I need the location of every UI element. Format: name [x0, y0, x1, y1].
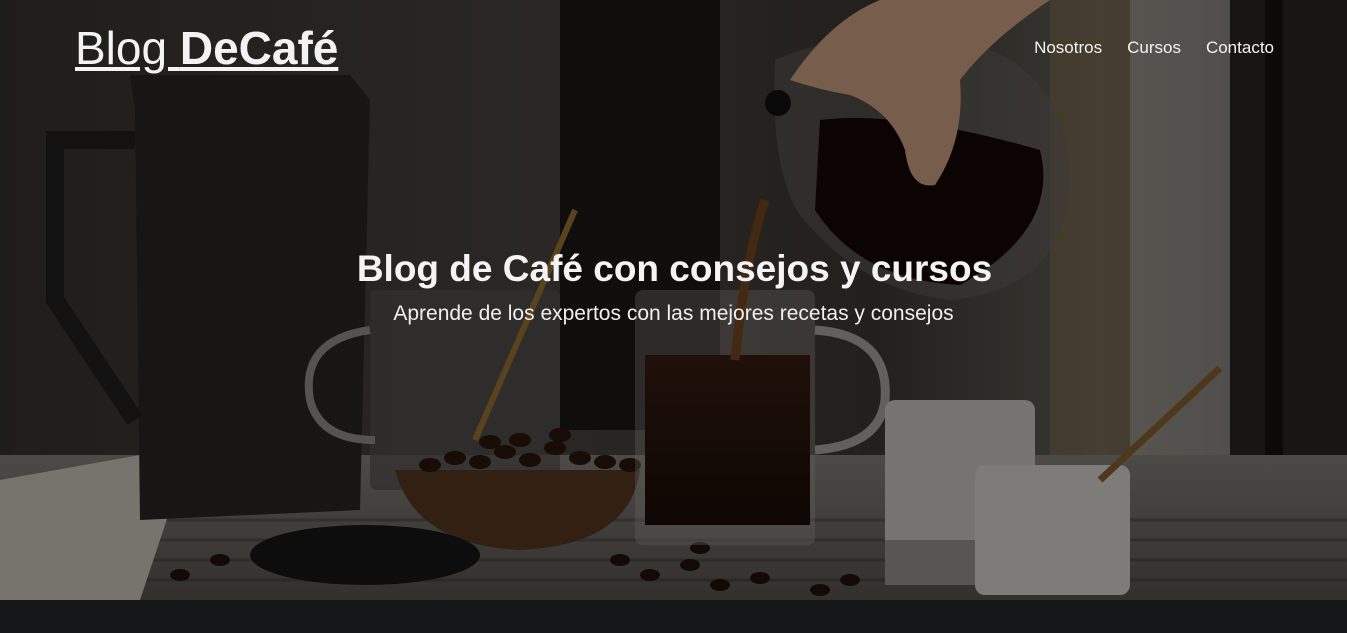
site-logo[interactable]: Blog DeCafé [75, 22, 338, 74]
site-header: Blog DeCafé Nosotros Cursos Contacto [0, 0, 1347, 96]
hero-subtitle: Aprende de los expertos con las mejores … [393, 302, 954, 325]
nav-link-cursos[interactable]: Cursos [1127, 37, 1181, 59]
logo-regular-text: Blog [75, 22, 180, 74]
logo-bold-text: DeCafé [179, 22, 339, 74]
nav-link-nosotros[interactable]: Nosotros [1034, 37, 1102, 59]
page-bottom-band [0, 600, 1347, 633]
hero-text-block: Blog de Café con consejos y cursos Apren… [0, 246, 1347, 328]
hero-title: Blog de Café con consejos y cursos [356, 248, 993, 289]
main-navigation: Nosotros Cursos Contacto [1034, 37, 1274, 59]
nav-link-contacto[interactable]: Contacto [1206, 37, 1274, 59]
hero-section: Blog DeCafé Nosotros Cursos Contacto Blo… [0, 0, 1347, 600]
